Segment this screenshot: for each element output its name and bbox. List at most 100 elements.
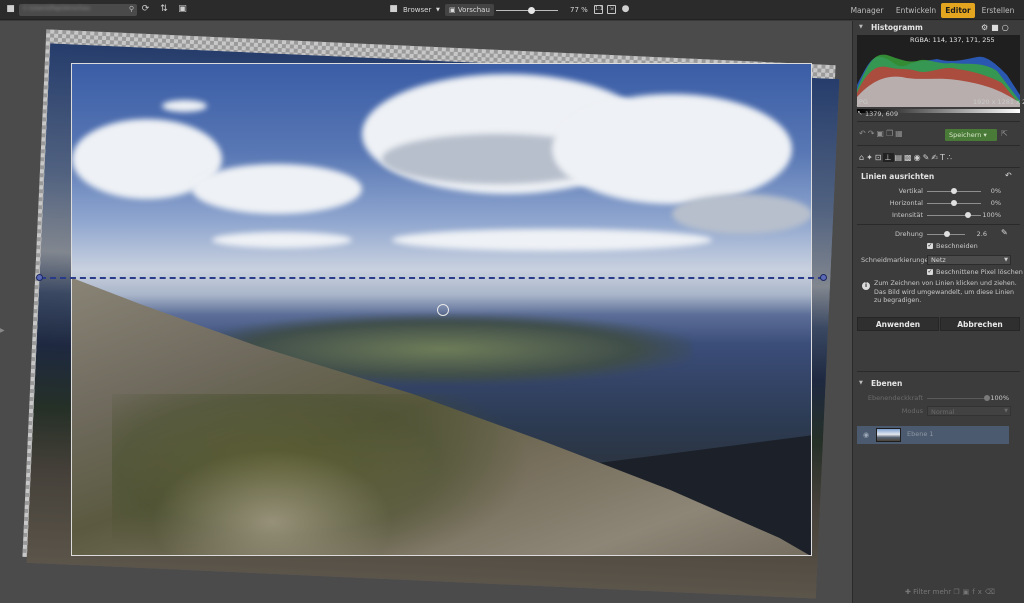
layer-thumbnail xyxy=(876,428,901,442)
cursor-position: 1379, 609 xyxy=(865,110,899,118)
vertikal-value: 0% xyxy=(990,187,1001,195)
refresh-icon[interactable]: ⟳ xyxy=(140,4,151,15)
select-icon[interactable]: ✦ xyxy=(866,153,875,162)
intensitaet-value: 100% xyxy=(982,211,1001,219)
tab-erstellen[interactable]: Erstellen xyxy=(978,3,1018,18)
line-handle-right[interactable] xyxy=(820,274,827,281)
file-format: JPG xyxy=(857,98,868,106)
right-panel: ▼ Histogramm ⚙■○ RGBA: 114, 137, 171, 25… xyxy=(852,21,1024,603)
collapse-arrow-icon[interactable]: ▼ xyxy=(859,24,863,30)
folder-open-icon[interactable]: ▣ xyxy=(177,4,188,15)
text-icon[interactable]: T xyxy=(940,153,947,162)
filter-label[interactable]: Filter mehr xyxy=(913,588,951,596)
image-workspace[interactable]: ▶ xyxy=(0,21,852,603)
view-icon[interactable]: ◉ xyxy=(914,153,923,162)
rgba-readout: RGBA: 114, 137, 171, 255 xyxy=(910,36,995,44)
layer-name: Ebene 1 xyxy=(907,430,934,438)
eye-icon[interactable]: ◉ xyxy=(863,431,869,439)
collapse-arrow-icon[interactable]: ▼ xyxy=(859,380,863,386)
add-icon[interactable]: ✚ xyxy=(905,588,913,596)
mask-icon[interactable]: ▣ xyxy=(963,588,973,596)
blend-mode-dropdown[interactable]: Normal ▼ xyxy=(927,406,1011,416)
cloud xyxy=(192,164,362,214)
rotation-center-marker[interactable] xyxy=(437,304,449,316)
browser-button[interactable]: Browser xyxy=(403,4,431,16)
transform-icon[interactable]: ▤ xyxy=(894,153,904,162)
straighten-line[interactable] xyxy=(40,277,824,279)
schneid-label: Schneidmarkierungen xyxy=(861,256,933,264)
horizontal-label: Horizontal xyxy=(889,199,923,207)
sort-icon[interactable]: ⇅ xyxy=(157,4,171,15)
perspective-icon[interactable]: ▩ xyxy=(904,153,914,162)
zoom-100-icon[interactable]: 1:1 xyxy=(594,5,603,14)
reset-icon[interactable]: ↶ xyxy=(1005,171,1012,180)
compare-icon[interactable]: ▣ xyxy=(876,129,886,138)
info-text: Zum Zeichnen von Linien klicken und zieh… xyxy=(874,280,1017,304)
layer-item[interactable]: ◉ Ebene 1 xyxy=(857,426,1009,444)
histogram-graph xyxy=(857,54,1020,107)
cloud-shadow xyxy=(672,194,811,234)
apply-button[interactable]: Anwenden xyxy=(857,317,939,331)
divider xyxy=(857,371,1020,372)
share-icon[interactable]: ⇱ xyxy=(1001,129,1008,138)
zoom-slider-knob[interactable] xyxy=(527,7,535,14)
brush-icon[interactable]: ✍ xyxy=(931,153,940,162)
path-trail xyxy=(142,444,402,555)
histogram-chart xyxy=(857,35,1020,107)
image-icon: ▣ xyxy=(449,6,458,14)
edit-tools-row: ↶↷▣❐▦ xyxy=(859,129,905,138)
save-label: Speichern xyxy=(949,131,982,139)
divider xyxy=(857,121,1020,122)
vertikal-label: Vertikal xyxy=(898,187,923,195)
panel-collapse-icon[interactable]: ▶ xyxy=(0,327,5,337)
vertikal-knob[interactable] xyxy=(951,188,957,194)
opacity-slider[interactable] xyxy=(927,398,989,399)
histogram-title: Histogramm xyxy=(871,23,923,32)
cursor-icon: ↖ xyxy=(857,109,863,117)
preview-button[interactable]: ▣ Vorschau xyxy=(445,4,494,16)
line-handle-left[interactable] xyxy=(36,274,43,281)
zoom-value: 77 % xyxy=(570,6,588,14)
beschneiden-checkbox[interactable]: ✓ xyxy=(927,243,933,249)
beschneiden-label: Beschneiden xyxy=(936,242,978,250)
drehung-knob[interactable] xyxy=(943,231,950,237)
path-field[interactable]: C:\Users\Pap\Vorschau ⚲ xyxy=(19,4,137,16)
intensitaet-knob[interactable] xyxy=(964,212,971,218)
divider xyxy=(857,145,1020,146)
chevron-down-icon: ▼ xyxy=(1004,257,1008,263)
opacity-value: 100% xyxy=(990,394,1009,402)
delete-icon[interactable]: ⌫ xyxy=(985,588,998,596)
beschnittene-label: Beschnittene Pixel löschen xyxy=(936,268,1023,276)
lock-icon[interactable]: ● xyxy=(620,4,631,15)
search-icon[interactable]: ⚲ xyxy=(129,5,134,13)
tab-editor[interactable]: Editor xyxy=(941,3,975,18)
cancel-button[interactable]: Abbrechen xyxy=(940,317,1020,331)
save-button[interactable]: Speichern ▾ xyxy=(945,129,997,141)
tab-entwickeln[interactable]: Entwickeln xyxy=(893,3,939,18)
effects-icon[interactable]: ∴ xyxy=(947,153,954,162)
preview-label: Vorschau xyxy=(457,6,490,14)
tab-manager[interactable]: Manager xyxy=(846,3,888,18)
intensitaet-slider[interactable] xyxy=(927,215,981,216)
undo-icon[interactable]: ↶ xyxy=(859,129,868,138)
fx-icon[interactable]: fx xyxy=(972,588,985,596)
straighten-tool-icon[interactable]: ⊥ xyxy=(883,153,895,162)
cloud xyxy=(552,94,792,204)
paste-icon[interactable]: ▦ xyxy=(895,129,905,138)
chevron-down-icon[interactable]: ▼ xyxy=(436,4,440,16)
cloud xyxy=(392,229,712,251)
histogram-options-icon[interactable]: ⚙■○ xyxy=(981,23,1012,32)
schneid-dropdown[interactable]: Netz ▼ xyxy=(927,255,1011,265)
layer-bottom-toolbar: ✚ Filter mehr ❐▣fx⌫ xyxy=(905,588,998,596)
duplicate-icon[interactable]: ❐ xyxy=(953,588,962,596)
layers-title: Ebenen xyxy=(871,379,903,388)
fit-screen-icon[interactable]: ⇲ xyxy=(607,5,616,14)
retouch-icon[interactable]: ✎ xyxy=(923,153,932,162)
folder-icon[interactable]: ■ xyxy=(5,4,16,15)
beschnittene-checkbox[interactable]: ✓ xyxy=(927,269,933,275)
copy-icon[interactable]: ❐ xyxy=(886,129,895,138)
opacity-label: Ebenendeckkraft xyxy=(867,394,923,402)
draw-line-icon[interactable]: ✎ xyxy=(1001,228,1008,237)
cloud xyxy=(162,100,207,112)
horizontal-knob[interactable] xyxy=(951,200,957,206)
